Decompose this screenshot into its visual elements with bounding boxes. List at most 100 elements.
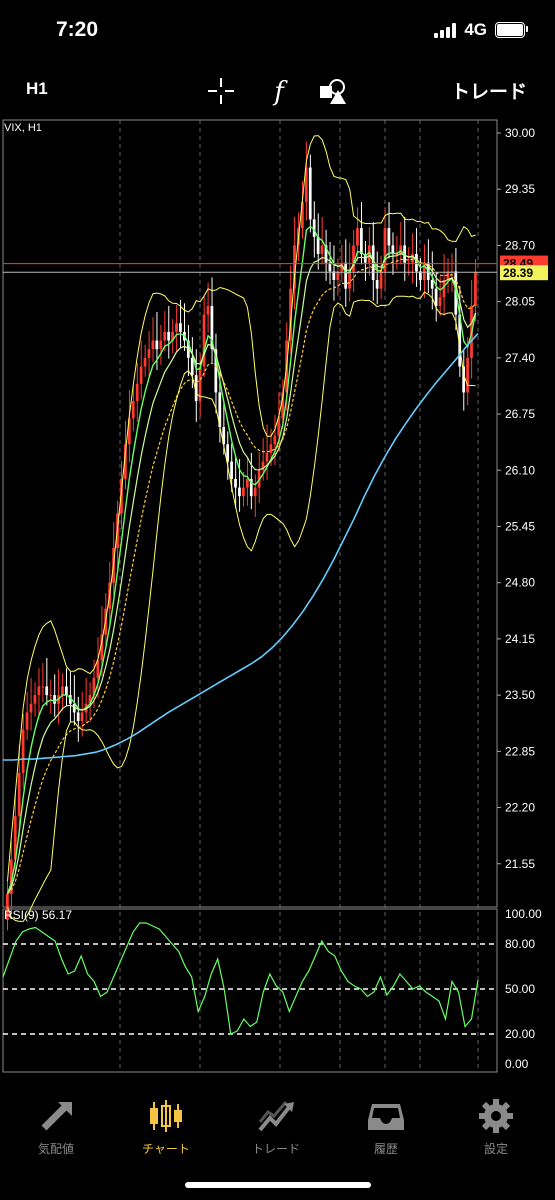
- candle-bull: [438, 297, 442, 306]
- candle-bull: [163, 331, 167, 341]
- tab-quotes[interactable]: 気配値: [6, 1098, 106, 1157]
- candle-bull: [96, 660, 100, 678]
- current-price-value: 28.39: [503, 266, 533, 280]
- candle-bull: [29, 703, 33, 713]
- y-tick-label: 25.45: [505, 519, 535, 533]
- candle-bull: [356, 228, 359, 246]
- trade-button[interactable]: トレード: [451, 77, 527, 104]
- candle-bear: [76, 712, 80, 722]
- quotes-icon: [41, 1102, 72, 1131]
- objects-icon[interactable]: [318, 76, 348, 106]
- candle-bull: [474, 272, 477, 306]
- candle-bear: [65, 686, 68, 696]
- candle-bear: [167, 331, 171, 341]
- timeframe-button[interactable]: H1: [26, 79, 48, 99]
- candle-bull: [245, 478, 249, 488]
- candle-bull: [206, 305, 210, 315]
- y-tick-label: 24.80: [505, 576, 535, 590]
- candle-bear: [430, 279, 434, 289]
- candle-bull: [379, 271, 383, 289]
- candle-bull: [61, 686, 64, 696]
- y-tick-label: 21.55: [505, 857, 535, 871]
- y-tick-label: 28.70: [505, 238, 535, 252]
- y-tick-label: 22.20: [505, 801, 535, 815]
- rsi-tick-label: 50.00: [505, 982, 535, 996]
- candle-bull: [135, 383, 139, 402]
- candle-bear: [344, 262, 348, 289]
- candle-bull: [131, 401, 135, 419]
- candle-bear: [234, 478, 237, 488]
- candle-bull: [273, 435, 277, 445]
- candle-bear: [238, 487, 241, 497]
- y-tick-label: 22.85: [505, 744, 535, 758]
- status-indicators: 4G: [434, 20, 528, 40]
- candle-bull: [139, 366, 143, 384]
- candle-bull: [33, 695, 37, 704]
- candle-bull: [17, 772, 21, 817]
- candle-bull: [151, 340, 155, 350]
- rsi-plot-frame: [2, 908, 498, 1073]
- candle-bear: [360, 228, 363, 255]
- bollinger-lower-line: [7, 291, 476, 922]
- candle-bull: [21, 729, 25, 773]
- candle-bear: [53, 695, 56, 704]
- candle-bull: [348, 271, 351, 289]
- rsi-tick-label: 100.00: [505, 907, 542, 921]
- candle-bear: [155, 340, 159, 350]
- candle-bull: [399, 245, 403, 255]
- main-plot-frame: [2, 119, 498, 908]
- chart-toolbar: H1 f トレード: [0, 66, 555, 114]
- cellular-signal-icon: [434, 22, 457, 38]
- tab-chart[interactable]: チャート: [116, 1098, 216, 1157]
- function-icon[interactable]: f: [264, 76, 294, 106]
- tab-settings[interactable]: 設定: [446, 1098, 546, 1157]
- y-tick-label: 30.00: [505, 126, 535, 140]
- battery-icon: [495, 22, 528, 38]
- status-bar: 7:20 4G: [0, 0, 555, 64]
- candle-bear: [434, 288, 438, 306]
- tab-label: 設定: [483, 1142, 508, 1156]
- candle-bull: [49, 695, 53, 697]
- crosshair-icon[interactable]: [206, 76, 236, 106]
- tab-label: 気配値: [37, 1142, 74, 1156]
- candle-bull: [175, 323, 178, 332]
- candle-bear: [316, 236, 320, 255]
- symbol-label: VIX, H1: [4, 122, 42, 134]
- home-indicator: [185, 1182, 371, 1188]
- tab-trade[interactable]: トレード: [226, 1098, 326, 1157]
- network-type: 4G: [464, 20, 487, 39]
- svg-text:f: f: [272, 77, 288, 106]
- status-time: 7:20: [56, 18, 99, 41]
- candle-bear: [308, 167, 312, 220]
- candle-bear: [230, 461, 233, 479]
- candle-bear: [179, 323, 182, 332]
- y-tick-label: 24.15: [505, 632, 535, 646]
- candle-bull: [37, 686, 41, 696]
- candle-bull: [265, 452, 269, 462]
- y-tick-label: 27.40: [505, 351, 535, 365]
- candle-bear: [387, 228, 391, 246]
- rsi-line: [2, 922, 479, 1035]
- history-inbox-icon: [368, 1104, 404, 1130]
- ema-slow-line: [7, 258, 477, 895]
- price-chart[interactable]: 30.00 29.35 28.70 28.05 27.40 26.75 26.10 25.45…: [0, 118, 555, 1076]
- candle-bull: [320, 245, 324, 255]
- candle-bull: [41, 686, 45, 688]
- candle-bull: [383, 228, 387, 272]
- candle-bull: [25, 712, 29, 730]
- candle-bear: [375, 279, 379, 289]
- tab-history[interactable]: 履歴: [336, 1098, 436, 1157]
- candle-bull: [242, 487, 245, 497]
- settings-gear-icon: [479, 1099, 513, 1133]
- candle-bull: [442, 279, 446, 298]
- y-tick-label: 28.05: [505, 295, 535, 309]
- chart-candles-icon: [150, 1100, 182, 1132]
- candle-bull: [80, 712, 84, 722]
- tab-label: 履歴: [373, 1142, 398, 1156]
- tab-label: チャート: [142, 1142, 190, 1156]
- candle-bear: [190, 357, 194, 376]
- candle-bull: [253, 487, 257, 497]
- tab-label: トレード: [251, 1142, 300, 1156]
- rsi-tick-label: 80.00: [505, 937, 535, 951]
- rsi-tick-label: 20.00: [505, 1027, 535, 1041]
